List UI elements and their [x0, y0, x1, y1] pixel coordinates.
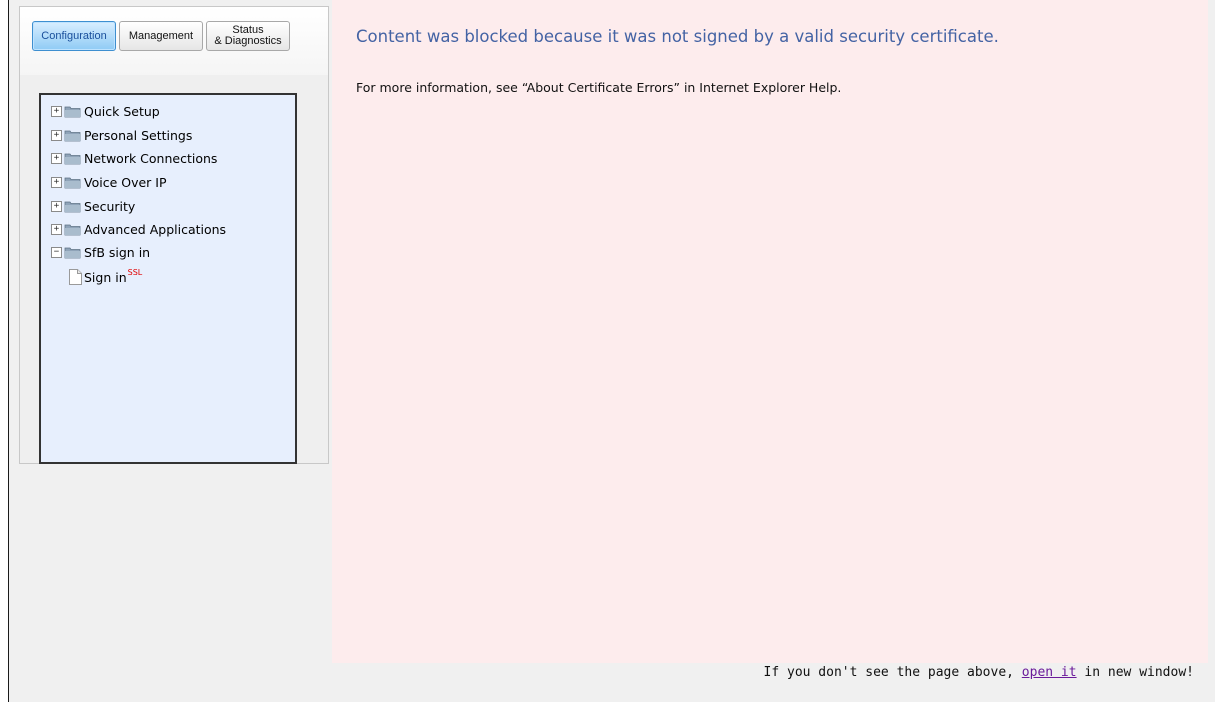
blocked-content-title: Content was blocked because it was not s…	[356, 27, 999, 46]
expand-icon[interactable]: +	[51, 200, 62, 212]
tab-configuration[interactable]: Configuration	[32, 21, 116, 51]
tree-item-sign-in[interactable]: Sign in SSL	[69, 267, 142, 287]
folder-icon	[64, 106, 81, 117]
expand-icon[interactable]: +	[51, 129, 62, 141]
tab-management[interactable]: Management	[119, 21, 203, 51]
tab-configuration-label: Configuration	[41, 29, 107, 42]
folder-icon	[64, 153, 81, 164]
footer-text-before: If you don't see the page above,	[763, 665, 1022, 680]
tree-item-label: Voice Over IP	[84, 174, 167, 190]
tree-item-label: SfB sign in	[84, 244, 151, 260]
tree-item-label: Personal Settings	[84, 127, 193, 143]
collapse-icon[interactable]: −	[51, 246, 62, 258]
tab-status-label: Status & Diagnostics	[214, 24, 282, 47]
folder-icon	[64, 247, 81, 258]
open-in-new-window-note: If you don't see the page above, open it…	[764, 665, 1194, 685]
folder-icon	[64, 201, 81, 212]
expand-icon[interactable]: +	[51, 176, 62, 188]
expand-icon[interactable]: +	[51, 223, 62, 235]
tab-management-label: Management	[128, 29, 194, 42]
tab-status-diagnostics[interactable]: Status & Diagnostics	[206, 21, 290, 51]
tree-item-advanced-applications[interactable]: + Advanced Applications	[51, 219, 226, 239]
navigation-panel: Configuration Management Status & Diagno…	[19, 6, 329, 464]
page-icon	[69, 269, 82, 285]
tree-item-label: Quick Setup	[84, 103, 160, 119]
folder-icon	[64, 224, 81, 235]
content-frame: Content was blocked because it was not s…	[332, 0, 1208, 663]
expand-icon[interactable]: +	[51, 105, 62, 117]
folder-icon	[64, 130, 81, 141]
browser-frame: Configuration Management Status & Diagno…	[8, 0, 1215, 702]
folder-icon	[64, 177, 81, 188]
tree-item-personal-settings[interactable]: + Personal Settings	[51, 125, 192, 145]
tree-item-label: Network Connections	[84, 150, 218, 166]
certificate-help-text: For more information, see “About Certifi…	[356, 80, 842, 95]
open-it-link[interactable]: open it	[1022, 665, 1077, 680]
footer-text-after: in new window!	[1076, 665, 1194, 680]
ssl-badge: SSL	[127, 267, 143, 277]
nav-tabs-header: Configuration Management Status & Diagno…	[20, 7, 328, 75]
tree-item-label: Security	[84, 198, 136, 214]
tree-item-sfb-sign-in[interactable]: − SfB sign in	[51, 242, 150, 262]
tree-item-label: Sign in	[84, 269, 127, 285]
expand-icon[interactable]: +	[51, 152, 62, 164]
navigation-tree: + Quick Setup + Personal Settings + Netw…	[39, 93, 297, 464]
tree-item-voice-over-ip[interactable]: + Voice Over IP	[51, 172, 167, 192]
tree-item-security[interactable]: + Security	[51, 196, 135, 216]
tree-item-quick-setup[interactable]: + Quick Setup	[51, 101, 160, 121]
tree-item-network-connections[interactable]: + Network Connections	[51, 148, 217, 168]
tree-item-label: Advanced Applications	[84, 221, 227, 237]
